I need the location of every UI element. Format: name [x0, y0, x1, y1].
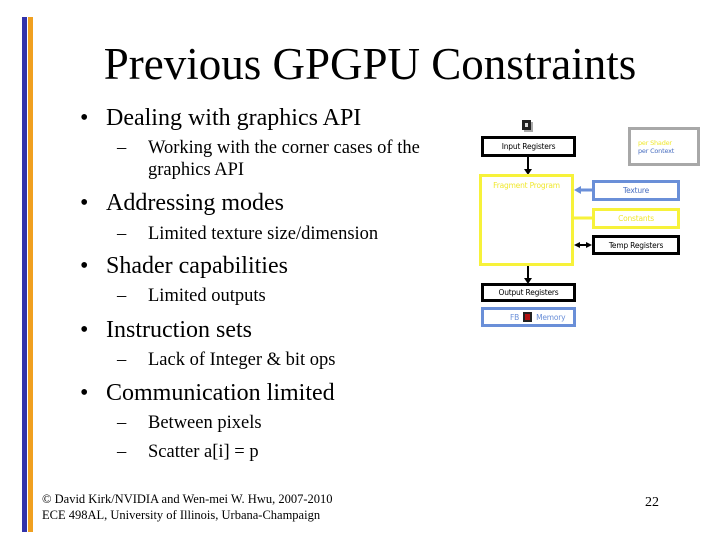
constants-box: Constants: [592, 208, 680, 229]
texture-box: Texture: [592, 180, 680, 201]
memory-label: Memory: [536, 312, 566, 322]
diagram-legend: per Shader per Context: [628, 127, 700, 166]
footer-copyright: © David Kirk/NVIDIA and Wen-mei W. Hwu, …: [42, 491, 333, 523]
footer-line-2: ECE 498AL, University of Illinois, Urban…: [42, 508, 321, 522]
footer-line-1: © David Kirk/NVIDIA and Wen-mei W. Hwu, …: [42, 492, 333, 506]
page-number: 22: [645, 495, 659, 510]
arrow-head-icon: [574, 242, 580, 248]
input-registers-box: Input Registers: [481, 136, 576, 157]
temp-registers-box: Temp Registers: [592, 235, 680, 255]
diagram-connectors: [523, 157, 592, 284]
legend-per-context: per Context: [638, 146, 675, 155]
fragment-program-box: Fragment Program: [479, 174, 574, 266]
fb-memory-box: FB Memory: [481, 307, 576, 327]
memory-chip-icon: [523, 312, 533, 322]
legend-per-shader: per Shader: [638, 138, 672, 147]
fb-label: FB: [510, 312, 520, 322]
arrow-head-icon: [574, 186, 581, 194]
input-square-icon: [522, 120, 531, 130]
fragment-program-label: Fragment Program: [493, 181, 560, 190]
output-registers-box: Output Registers: [481, 283, 576, 302]
fragment-pipeline-diagram: Input Registers Fragment Program Output …: [0, 0, 720, 540]
